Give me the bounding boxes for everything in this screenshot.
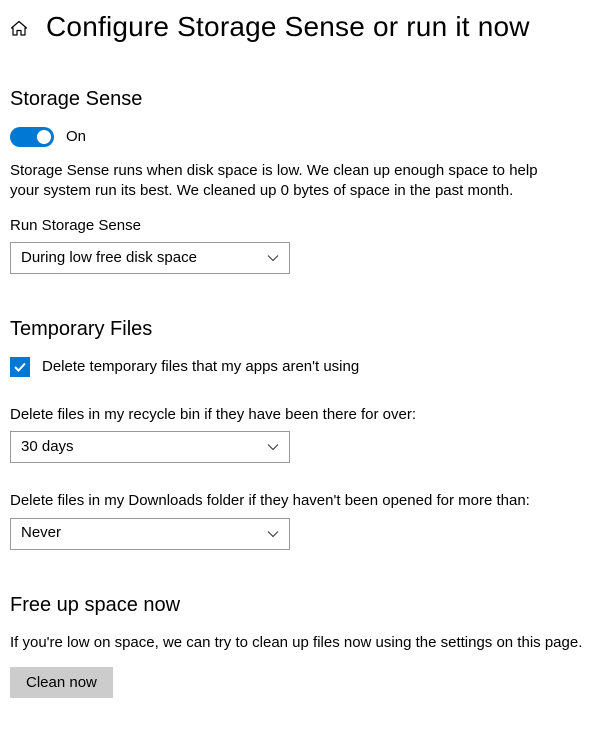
delete-temp-label: Delete temporary files that my apps aren… bbox=[42, 357, 359, 377]
storage-sense-heading: Storage Sense bbox=[10, 86, 591, 113]
storage-sense-toggle-row: On bbox=[10, 127, 591, 147]
storage-sense-toggle-label: On bbox=[66, 127, 86, 147]
storage-sense-description: Storage Sense runs when disk space is lo… bbox=[10, 161, 555, 202]
chevron-down-icon bbox=[267, 441, 279, 453]
storage-sense-toggle[interactable] bbox=[10, 127, 54, 147]
clean-now-button[interactable]: Clean now bbox=[10, 667, 113, 698]
temporary-files-heading: Temporary Files bbox=[10, 316, 591, 343]
delete-temp-checkbox-row: Delete temporary files that my apps aren… bbox=[10, 357, 591, 377]
free-up-space-heading: Free up space now bbox=[10, 592, 591, 619]
free-up-space-section: Free up space now If you're low on space… bbox=[10, 592, 591, 698]
downloads-label: Delete files in my Downloads folder if t… bbox=[10, 491, 591, 511]
delete-temp-checkbox[interactable] bbox=[10, 357, 30, 377]
page-header: Configure Storage Sense or run it now bbox=[10, 8, 591, 46]
downloads-field: Delete files in my Downloads folder if t… bbox=[10, 491, 591, 549]
chevron-down-icon bbox=[267, 252, 279, 264]
temporary-files-section: Temporary Files Delete temporary files t… bbox=[10, 316, 591, 550]
recycle-bin-value: 30 days bbox=[21, 437, 74, 457]
chevron-down-icon bbox=[267, 528, 279, 540]
downloads-value: Never bbox=[21, 523, 61, 543]
free-up-description: If you're low on space, we can try to cl… bbox=[10, 633, 591, 653]
run-storage-sense-dropdown[interactable]: During low free disk space bbox=[10, 242, 290, 274]
storage-sense-section: Storage Sense On Storage Sense runs when… bbox=[10, 86, 591, 274]
toggle-knob bbox=[37, 130, 51, 144]
downloads-dropdown[interactable]: Never bbox=[10, 518, 290, 550]
page-title: Configure Storage Sense or run it now bbox=[46, 8, 530, 46]
home-icon[interactable] bbox=[10, 20, 28, 38]
recycle-bin-dropdown[interactable]: 30 days bbox=[10, 431, 290, 463]
run-storage-sense-value: During low free disk space bbox=[21, 248, 197, 268]
recycle-bin-field: Delete files in my recycle bin if they h… bbox=[10, 405, 591, 463]
recycle-bin-label: Delete files in my recycle bin if they h… bbox=[10, 405, 591, 425]
run-storage-sense-label: Run Storage Sense bbox=[10, 216, 591, 236]
